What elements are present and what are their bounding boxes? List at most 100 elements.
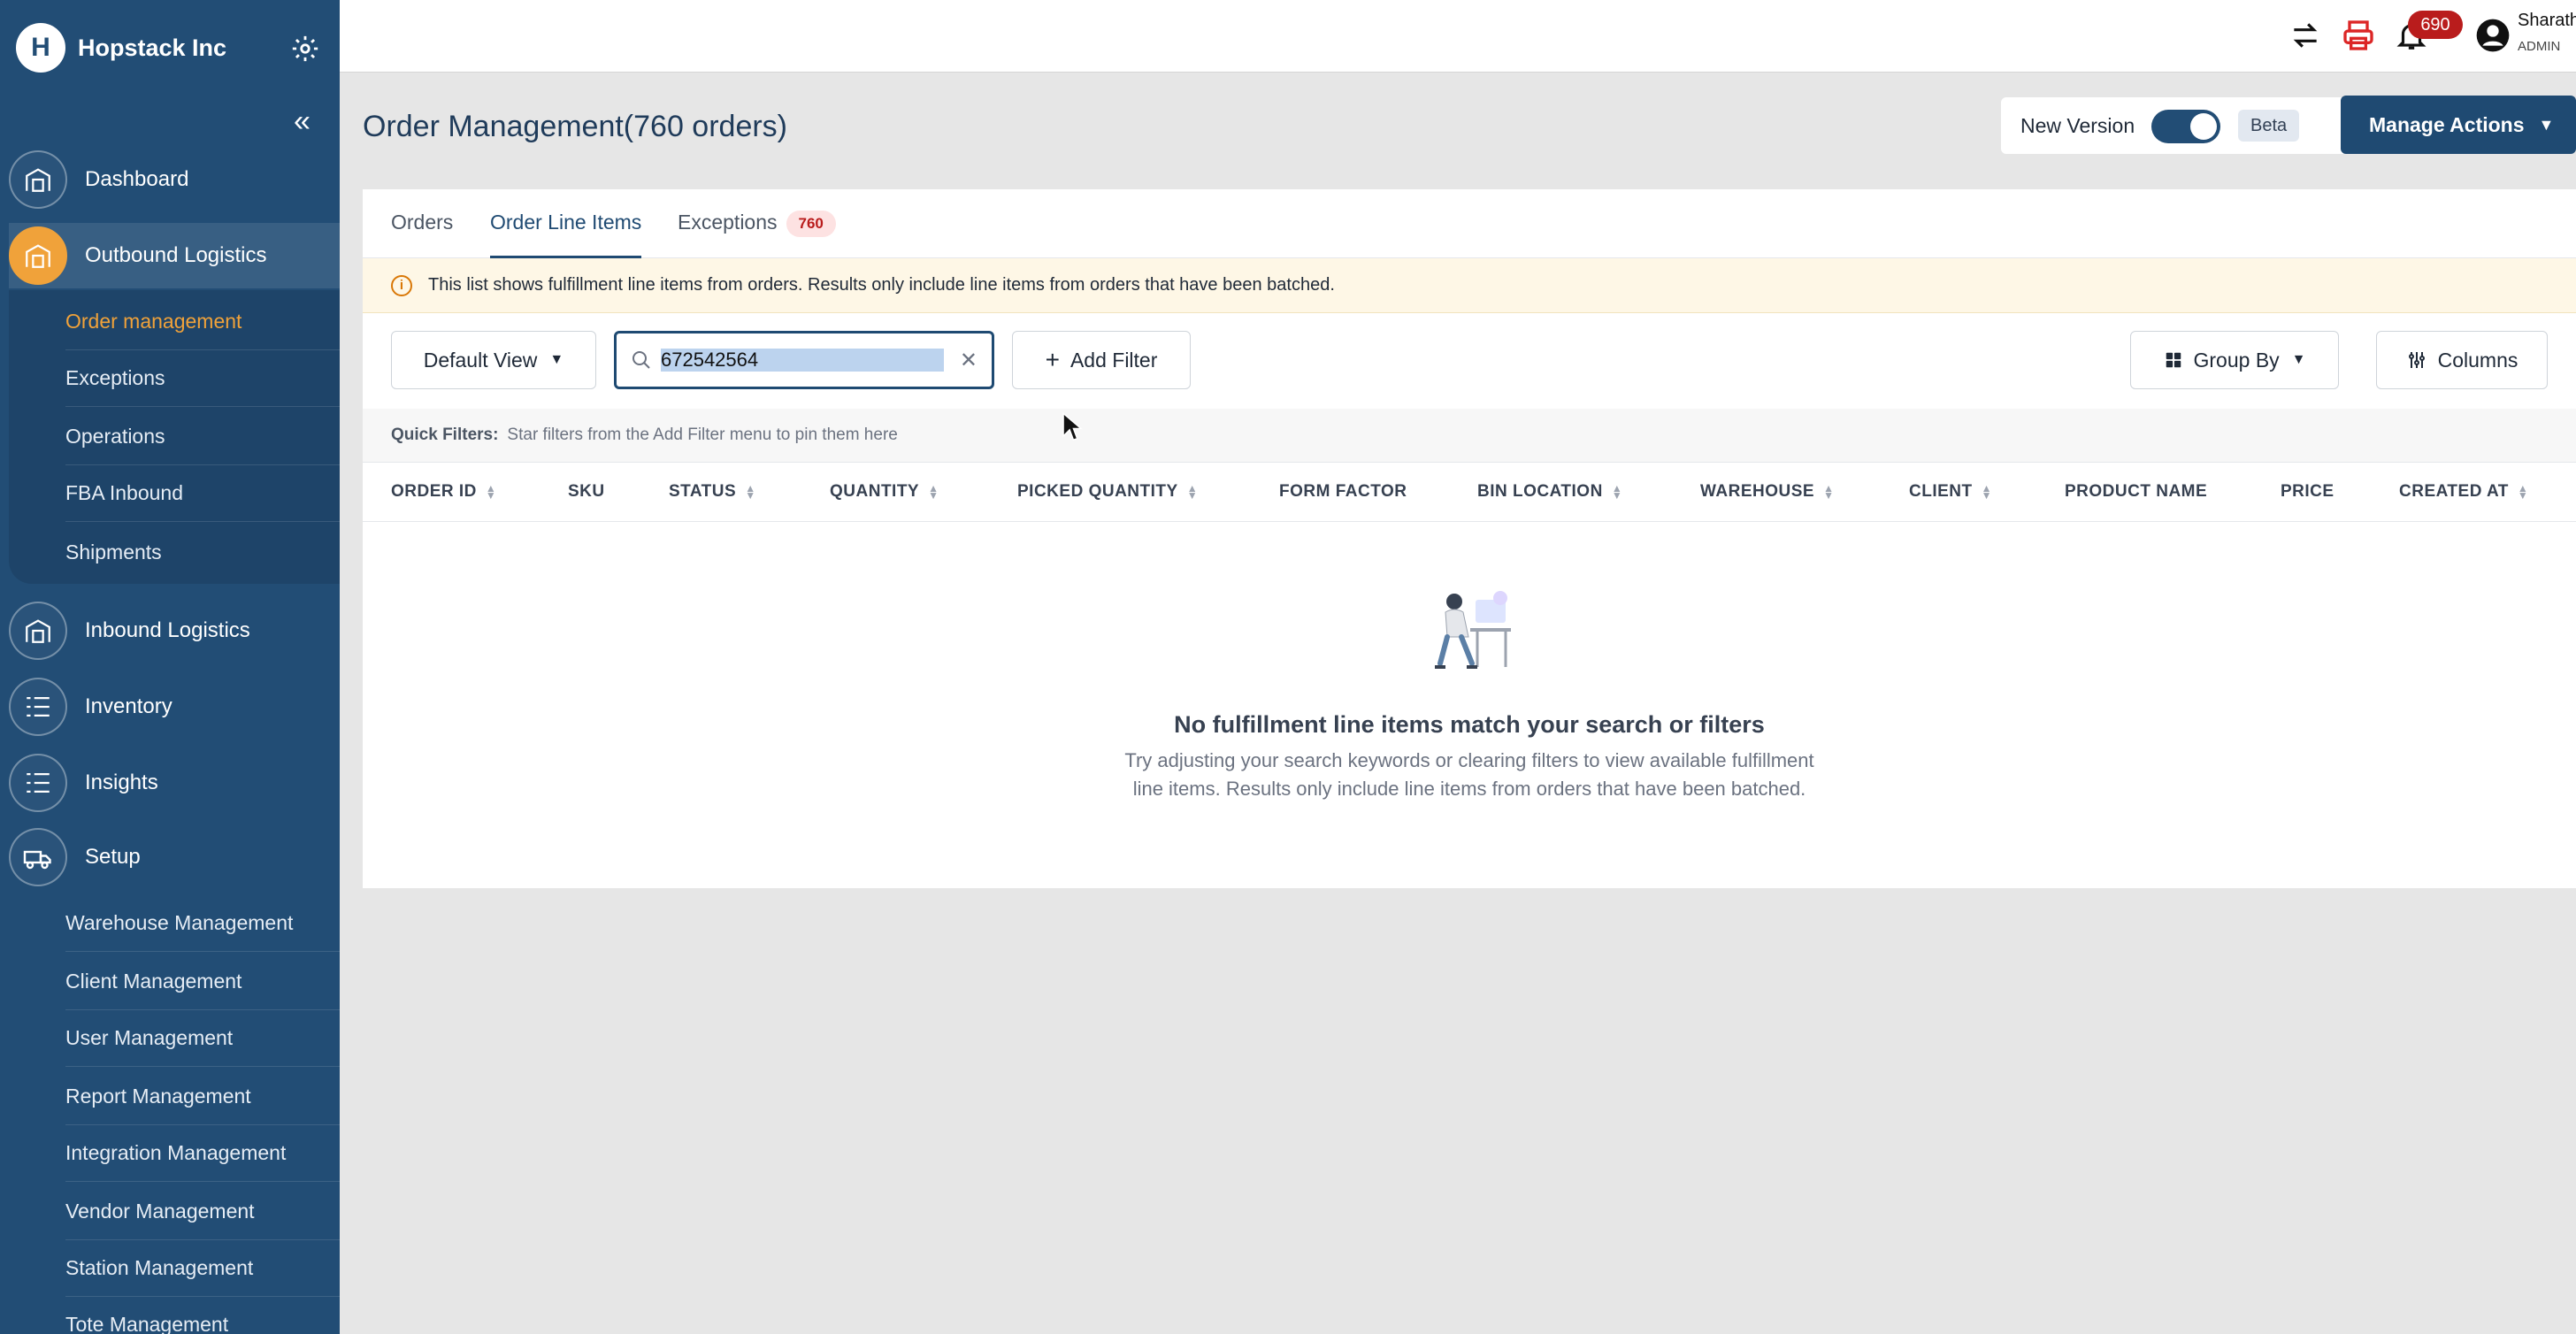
brand-name: Hopstack Inc bbox=[78, 34, 227, 61]
sort-icon[interactable]: ▲ ▼ bbox=[1612, 483, 1622, 501]
notification-badge[interactable]: 690 bbox=[2408, 11, 2463, 39]
tab-order-line-items[interactable]: Order Line Items bbox=[490, 211, 642, 258]
group-by-label: Group By bbox=[2193, 348, 2280, 372]
grid-icon bbox=[2166, 352, 2181, 368]
truck-icon bbox=[9, 828, 67, 886]
columns-button[interactable]: Columns bbox=[2376, 331, 2548, 389]
column-label: BIN LOCATION bbox=[1477, 482, 1603, 501]
nav-label: Setup bbox=[85, 845, 141, 869]
sort-icon[interactable]: ▲ ▼ bbox=[1982, 483, 1992, 501]
column-label: WAREHOUSE bbox=[1700, 482, 1815, 501]
nav-inventory[interactable]: Inventory bbox=[9, 674, 340, 740]
column-price: PRICE bbox=[2281, 482, 2334, 502]
column-label: FORM FACTOR bbox=[1279, 482, 1407, 501]
nav-inbound-logistics[interactable]: Inbound Logistics bbox=[9, 598, 340, 663]
collapse-sidebar-icon[interactable]: « bbox=[294, 106, 310, 136]
nav-outbound-logistics[interactable]: Outbound Logistics bbox=[9, 223, 340, 288]
quick-filters-label: Quick Filters: bbox=[391, 426, 499, 444]
column-picked-quantity[interactable]: PICKED QUANTITY ▲ ▼ bbox=[1017, 482, 1198, 502]
nav-label: Inventory bbox=[85, 694, 172, 718]
add-filter-label: Add Filter bbox=[1070, 348, 1158, 372]
sidebar: H Hopstack Inc « Dashboard Outbound Logi… bbox=[0, 0, 340, 1334]
empty-state-title: No fulfillment line items match your sea… bbox=[1174, 711, 1765, 738]
column-client[interactable]: CLIENT ▲ ▼ bbox=[1909, 482, 1992, 502]
sort-icon[interactable]: ▲ ▼ bbox=[745, 483, 755, 501]
setup-integration-management[interactable]: Integration Management bbox=[65, 1125, 340, 1182]
list-icon bbox=[9, 754, 67, 812]
outbound-submenu: Order management Exceptions Operations F… bbox=[9, 290, 340, 584]
warehouse-icon bbox=[9, 226, 67, 285]
new-version-toggle[interactable] bbox=[2151, 110, 2220, 143]
printer-icon[interactable] bbox=[2339, 16, 2378, 55]
column-quantity[interactable]: QUANTITY ▲ ▼ bbox=[830, 482, 939, 502]
column-label: PRICE bbox=[2281, 482, 2334, 501]
mouse-cursor-icon bbox=[1062, 412, 1083, 441]
nav-label: Insights bbox=[85, 770, 158, 794]
subnav-fba-inbound[interactable]: FBA Inbound bbox=[65, 465, 340, 522]
tab-orders[interactable]: Orders bbox=[391, 211, 453, 258]
sort-icon[interactable]: ▲ ▼ bbox=[486, 483, 496, 501]
info-banner: i This list shows fulfillment line items… bbox=[363, 258, 2576, 313]
user-name[interactable]: Sharath bbox=[2518, 11, 2576, 31]
nav-dashboard[interactable]: Dashboard bbox=[9, 147, 340, 212]
column-form-factor: FORM FACTOR bbox=[1279, 482, 1407, 502]
user-avatar-icon[interactable] bbox=[2473, 16, 2512, 55]
info-text: This list shows fulfillment line items f… bbox=[428, 275, 1335, 295]
column-label: PICKED QUANTITY bbox=[1017, 482, 1178, 501]
subnav-shipments[interactable]: Shipments bbox=[65, 524, 340, 580]
default-view-dropdown[interactable]: Default View ▼ bbox=[391, 331, 596, 389]
column-label: SKU bbox=[568, 482, 605, 501]
brand[interactable]: H Hopstack Inc bbox=[16, 23, 226, 73]
empty-state-description: Try adjusting your search keywords or cl… bbox=[1124, 749, 1814, 800]
sliders-icon bbox=[2408, 352, 2425, 368]
column-created-at[interactable]: CREATED AT ▲ ▼ bbox=[2399, 482, 2528, 502]
group-by-dropdown[interactable]: Group By ▼ bbox=[2130, 331, 2339, 389]
clear-search-icon[interactable]: ✕ bbox=[960, 348, 978, 373]
empty-state-illustration bbox=[1435, 591, 1511, 669]
setup-client-management[interactable]: Client Management bbox=[65, 954, 340, 1010]
subnav-order-management[interactable]: Order management bbox=[65, 294, 340, 350]
column-label: STATUS bbox=[669, 482, 737, 501]
column-warehouse[interactable]: WAREHOUSE ▲ ▼ bbox=[1700, 482, 1834, 502]
quick-filters-bar: Quick Filters: Star filters from the Add… bbox=[363, 409, 2576, 462]
column-bin-location[interactable]: BIN LOCATION ▲ ▼ bbox=[1477, 482, 1622, 502]
manage-actions-label: Manage Actions bbox=[2369, 112, 2525, 136]
chevron-down-icon: ▼ bbox=[2538, 115, 2555, 134]
plus-icon: + bbox=[1045, 346, 1060, 373]
gear-icon[interactable] bbox=[290, 34, 320, 64]
search-box[interactable]: ✕ bbox=[614, 331, 994, 389]
search-icon bbox=[632, 351, 650, 369]
setup-vendor-management[interactable]: Vendor Management bbox=[65, 1184, 340, 1240]
add-filter-button[interactable]: + Add Filter bbox=[1012, 331, 1191, 389]
setup-report-management[interactable]: Report Management bbox=[65, 1069, 340, 1125]
setup-tote-management[interactable]: Tote Management bbox=[65, 1297, 340, 1334]
nav-setup[interactable]: Setup bbox=[9, 824, 340, 890]
sort-icon[interactable]: ▲ ▼ bbox=[928, 483, 939, 501]
column-order-id[interactable]: ORDER ID ▲ ▼ bbox=[391, 482, 496, 502]
user-role: ADMIN bbox=[2518, 39, 2561, 54]
chevron-down-icon: ▼ bbox=[2291, 352, 2306, 367]
quick-filters-hint: Star filters from the Add Filter menu to… bbox=[507, 426, 898, 444]
setup-user-management[interactable]: User Management bbox=[65, 1010, 340, 1067]
swap-icon[interactable] bbox=[2286, 16, 2325, 55]
column-sku: SKU bbox=[568, 482, 605, 502]
manage-actions-button[interactable]: Manage Actions ▼ bbox=[2341, 96, 2576, 154]
column-label: QUANTITY bbox=[830, 482, 920, 501]
column-status[interactable]: STATUS ▲ ▼ bbox=[669, 482, 756, 502]
subnav-operations[interactable]: Operations bbox=[65, 409, 340, 465]
order-line-items-card: Orders Order Line Items Exceptions 760 i … bbox=[363, 189, 2576, 888]
nav-insights[interactable]: Insights bbox=[9, 750, 340, 816]
sort-icon[interactable]: ▲ ▼ bbox=[1187, 483, 1198, 501]
toggle-knob bbox=[2190, 113, 2217, 140]
setup-warehouse-management[interactable]: Warehouse Management bbox=[65, 895, 340, 952]
sort-icon[interactable]: ▲ ▼ bbox=[1823, 483, 1834, 501]
sort-icon[interactable]: ▲ ▼ bbox=[2518, 483, 2528, 501]
subnav-exceptions[interactable]: Exceptions bbox=[65, 350, 340, 407]
warehouse-icon bbox=[9, 150, 67, 209]
nav-label: Inbound Logistics bbox=[85, 618, 250, 642]
search-input[interactable] bbox=[661, 349, 944, 372]
setup-station-management[interactable]: Station Management bbox=[65, 1240, 340, 1297]
column-label: CREATED AT bbox=[2399, 482, 2509, 501]
tab-exceptions[interactable]: Exceptions 760 bbox=[678, 211, 836, 258]
version-label: New Version bbox=[2020, 113, 2135, 137]
